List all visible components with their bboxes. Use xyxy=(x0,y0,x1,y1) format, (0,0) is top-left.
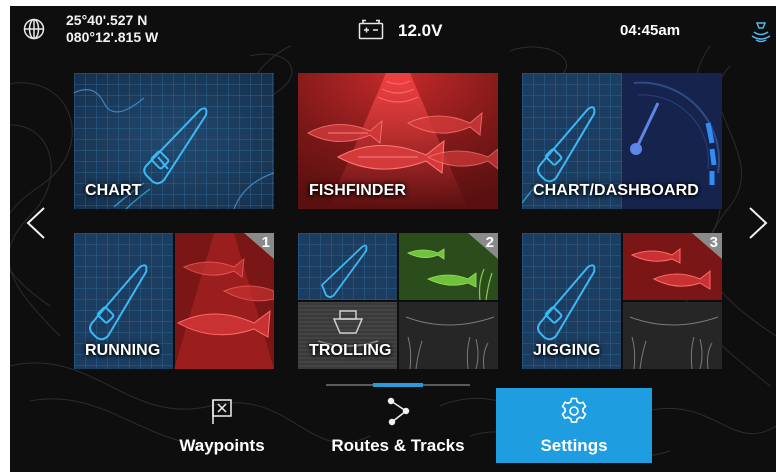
tile-label: RUNNING xyxy=(85,342,161,359)
nav-label: Routes & Tracks xyxy=(331,436,465,455)
app-tile-running[interactable]: 1 RUNNING xyxy=(74,233,274,369)
settings-button[interactable]: Settings xyxy=(496,388,652,463)
route-icon xyxy=(387,397,410,426)
app-tile-jigging[interactable]: 3 JIGGING xyxy=(522,233,722,369)
chevron-right-icon[interactable] xyxy=(746,206,770,240)
favorite-number-badge: 3 xyxy=(709,234,718,251)
voltage-readout: 12.0V xyxy=(398,21,443,40)
clock: 04:45am xyxy=(620,22,681,39)
sonar-status-icon[interactable] xyxy=(750,20,772,44)
waypoints-button[interactable]: Waypoints xyxy=(144,388,300,463)
app-tile-fishfinder[interactable]: FISHFINDER xyxy=(298,73,498,209)
longitude: 080°12'.815 W xyxy=(66,29,159,45)
tile-label: TROLLING xyxy=(309,342,392,359)
latitude: 25°40'.527 N xyxy=(66,12,148,28)
globe-icon[interactable] xyxy=(23,18,45,40)
status-bar: 25°40'.527 N 080°12'.815 W 12.0V 04:45am xyxy=(10,6,776,60)
position-readout: 25°40'.527 N 080°12'.815 W xyxy=(66,12,158,46)
battery-icon xyxy=(358,19,384,40)
nav-label: Settings xyxy=(540,436,608,455)
app-tile-chart[interactable]: CHART xyxy=(74,73,274,209)
tile-label: CHART xyxy=(85,182,142,199)
nav-label: Waypoints xyxy=(179,436,265,455)
tile-label: JIGGING xyxy=(533,342,601,359)
chevron-left-icon[interactable] xyxy=(24,206,48,240)
favorite-number-badge: 1 xyxy=(261,234,270,251)
app-tile-chart-dashboard[interactable]: CHART/DASHBOARD xyxy=(522,73,722,209)
tile-label: FISHFINDER xyxy=(309,182,406,199)
routes-tracks-button[interactable]: Routes & Tracks xyxy=(320,388,476,463)
home-screen: 25°40'.527 N 080°12'.815 W 12.0V 04:45am xyxy=(10,6,776,472)
waypoint-flag-icon xyxy=(212,399,232,424)
app-tile-trolling[interactable]: 2 TROLLING xyxy=(298,233,498,369)
tile-label: CHART/DASHBOARD xyxy=(533,182,699,199)
gear-icon xyxy=(561,397,587,423)
page-indicator-active xyxy=(373,383,423,387)
favorite-number-badge: 2 xyxy=(485,234,494,251)
